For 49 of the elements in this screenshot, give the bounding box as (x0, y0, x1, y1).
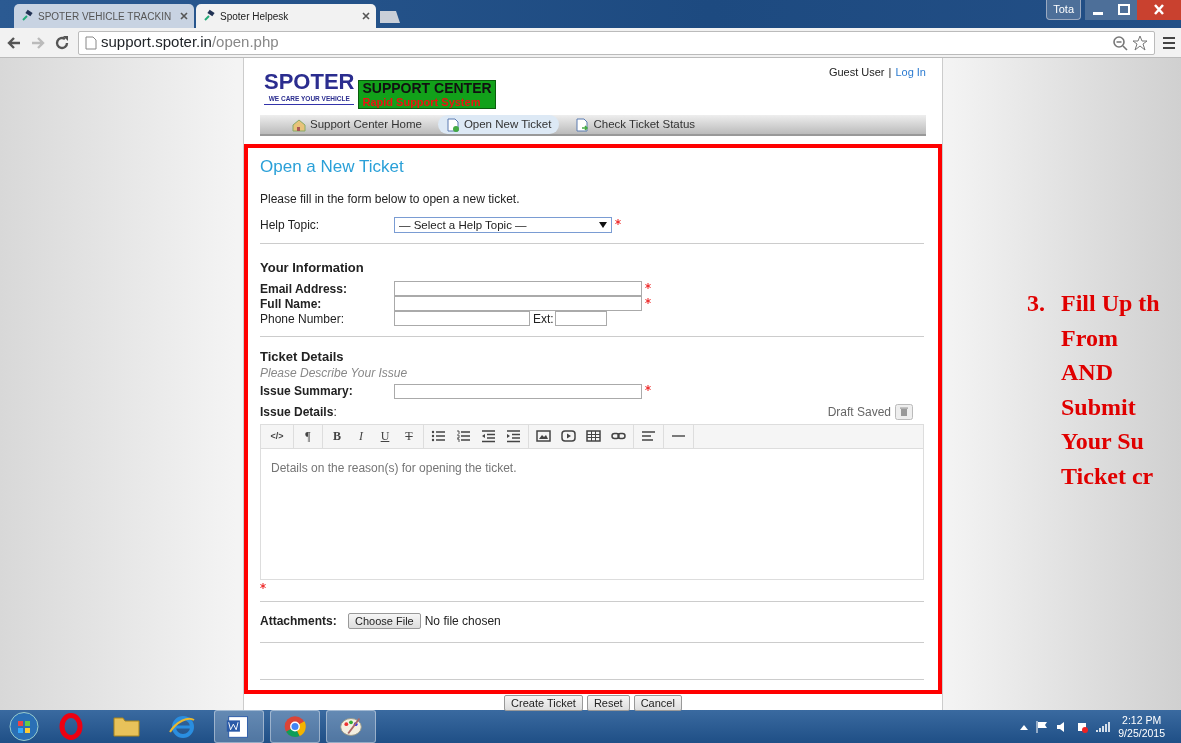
browser-tab[interactable]: SPOTER VEHICLE TRACKIN (14, 4, 194, 28)
instruction-text: AND (1061, 358, 1114, 387)
field-label: Help Topic: (260, 217, 321, 235)
instruction-text: Fill Up th (1061, 289, 1160, 318)
form-button[interactable]: Cancel (633, 695, 682, 712)
details-editor[interactable]: Details on the reason(s) for opening the ticket. (260, 449, 924, 581)
login-link[interactable]: Log In (895, 64, 926, 81)
paragraph-format-button[interactable]: ¶ (298, 427, 318, 446)
form-button[interactable]: Create Ticket (504, 695, 583, 712)
instruction-text: Your Su (1061, 427, 1145, 456)
draft-status: Draft Saved (827, 403, 891, 421)
instruction-text: Submit (1061, 392, 1137, 422)
form-button[interactable]: Reset (586, 695, 630, 712)
nav-link[interactable]: Check Ticket Status (567, 115, 704, 135)
field-label: Phone Number: (260, 310, 346, 328)
field-label: Issue Details: (260, 403, 337, 421)
instruction-text: From (1061, 323, 1119, 353)
code-view-button[interactable]: </> (265, 429, 289, 444)
step-number: 3. (1027, 289, 1045, 318)
strikethrough-button[interactable]: T (399, 427, 419, 446)
url-text: support.spoter.in/open.php (101, 32, 279, 53)
underline-button[interactable]: U (375, 427, 395, 446)
badge-subtitle: Rapid Support System (362, 96, 482, 108)
clock[interactable]: 2:12 PM 9/25/2015 (1118, 713, 1165, 740)
italic-button[interactable]: I (351, 427, 371, 446)
field-label: Full Name: (260, 295, 323, 313)
section-subtitle: Please Describe Your Issue (260, 366, 409, 380)
help-topic-select[interactable]: — Select a Help Topic — (394, 217, 612, 234)
choose-file-button[interactable]: Choose File (348, 613, 421, 630)
logo-wordmark: SPOTER (264, 69, 355, 94)
guest-user-label: Guest User (828, 65, 885, 80)
ext-label: Ext: (533, 310, 554, 328)
separator-text: | (888, 65, 892, 80)
section-heading: Ticket Details (260, 348, 345, 367)
field-label: Issue Summary: (260, 383, 354, 401)
intro-text: Please fill in the form below to open a new ticket. (260, 190, 521, 208)
profile-button[interactable]: Tota (1046, 0, 1081, 20)
address-field[interactable]: support.spoter.in/open.php (78, 30, 1155, 55)
bold-button[interactable]: B (327, 427, 347, 446)
instruction-text: Ticket cr (1061, 461, 1155, 491)
badge-title: SUPPORT CENTER (362, 81, 492, 96)
nav-link[interactable]: Support Center Home (284, 115, 430, 135)
attachments-label: Attachments: (260, 613, 338, 631)
browser-tab[interactable]: Spoter Helpesk (196, 4, 376, 28)
form-title: Open a New Ticket (260, 156, 405, 179)
section-heading: Your Information (260, 258, 365, 277)
file-status: No file chosen (424, 613, 501, 631)
nav-link[interactable]: Open New Ticket (437, 115, 560, 135)
field-label: Email Address: (260, 280, 348, 298)
